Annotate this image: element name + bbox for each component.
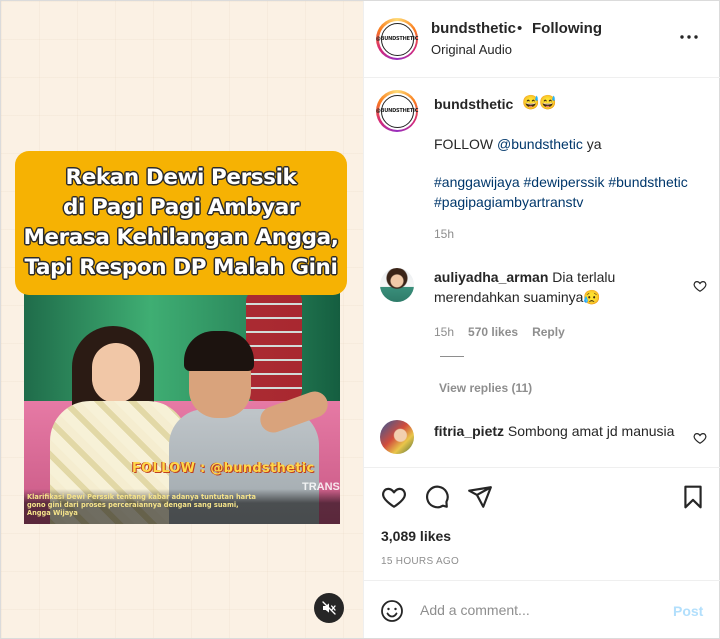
caption-emoji: 😅😅: [522, 94, 557, 110]
more-horizontal-icon: [680, 35, 698, 39]
hashtag-link[interactable]: #anggawijaya: [434, 174, 520, 190]
speaker-muted-icon: [322, 601, 336, 615]
commenter-avatar[interactable]: [380, 268, 414, 302]
comment-text: fitria_pietz Sombong amat jd manusia: [434, 423, 675, 439]
post-actions: 3,089 likes 15 HOURS AGO: [364, 467, 720, 579]
view-replies-button[interactable]: View replies (11): [439, 381, 532, 395]
headline-box: Rekan Dewi Perssik di Pagi Pagi Ambyar M…: [15, 151, 347, 295]
commenter-username[interactable]: fitria_pietz: [434, 423, 504, 439]
post-sidebar: @BUNDSTHETIC bundsthetic • Following Ori…: [363, 1, 720, 638]
author-avatar[interactable]: @BUNDSTHETIC: [376, 18, 418, 60]
headline-line: Rekan Dewi Perssik: [65, 165, 297, 190]
headline-line: di Pagi Pagi Ambyar: [62, 195, 300, 220]
comment-text: auliyadha_arman Dia terlalu merendahkan …: [434, 269, 616, 305]
hashtag-link[interactable]: #bundsthetic: [608, 174, 687, 190]
caption-timestamp: 15h: [434, 227, 455, 241]
comment-meta: 15h 570 likes Reply: [434, 325, 565, 339]
following-button[interactable]: Following: [532, 20, 602, 37]
header-separator: •: [517, 20, 523, 37]
background-person: [246, 291, 302, 401]
caption-hashtags: #anggawijaya #dewiperssik #bundsthetic #…: [434, 172, 716, 212]
headline-line: Merasa Kehilangan Angga,: [23, 225, 339, 250]
comment-like-icon[interactable]: [693, 431, 707, 445]
audio-link[interactable]: Original Audio: [431, 42, 512, 57]
author-username[interactable]: bundsthetic: [431, 20, 516, 37]
headline-line: Tapi Respon DP Malah Gini: [24, 255, 338, 280]
commenter-username[interactable]: auliyadha_arman: [434, 269, 548, 285]
heart-outline-icon[interactable]: [381, 484, 407, 510]
bookmark-icon[interactable]: [680, 484, 706, 510]
replies-divider: [440, 356, 464, 357]
comment-like-icon[interactable]: [693, 279, 707, 293]
comment-bubble-icon[interactable]: [424, 484, 450, 510]
instagram-post-modal: FOLLOW : @bundsthetic TRANS Klarifikasi …: [0, 0, 720, 639]
video-caption: Klarifikasi Dewi Perssik tentang kabar a…: [27, 493, 256, 517]
mention-link[interactable]: @bundsthetic: [497, 136, 583, 152]
hashtag-link[interactable]: #dewiperssik: [524, 174, 605, 190]
woman-face: [92, 343, 140, 403]
post-button[interactable]: Post: [673, 603, 703, 619]
hashtag-link[interactable]: #pagipagiambyartranstv: [434, 194, 583, 210]
post-time-ago: 15 HOURS AGO: [381, 556, 460, 567]
follow-watermark: FOLLOW : @bundsthetic: [132, 461, 315, 476]
mute-button[interactable]: [314, 593, 344, 623]
comment-composer: Post: [364, 580, 720, 638]
media-panel[interactable]: FOLLOW : @bundsthetic TRANS Klarifikasi …: [1, 1, 363, 638]
caption-text: FOLLOW @bundsthetic ya: [434, 136, 602, 152]
caption-username[interactable]: bundsthetic: [434, 96, 513, 112]
post-header: @BUNDSTHETIC bundsthetic • Following Ori…: [364, 1, 720, 78]
reply-button[interactable]: Reply: [532, 325, 565, 339]
smiley-face-icon[interactable]: [380, 599, 404, 623]
video-frame[interactable]: FOLLOW : @bundsthetic TRANS Klarifikasi …: [24, 291, 340, 524]
commenter-avatar[interactable]: [380, 420, 414, 454]
caption-author-avatar[interactable]: @BUNDSTHETIC: [376, 90, 418, 132]
comment-timestamp: 15h: [434, 325, 455, 339]
comments-section[interactable]: @BUNDSTHETIC bundsthetic 😅😅 FOLLOW @bund…: [364, 79, 720, 467]
paper-plane-icon[interactable]: [467, 484, 493, 510]
comment-input[interactable]: [420, 598, 660, 622]
comment-likes[interactable]: 570 likes: [468, 325, 518, 339]
channel-watermark: TRANS: [302, 481, 340, 493]
avatar-logo: @BUNDSTHETIC: [376, 94, 418, 128]
more-options-button[interactable]: [674, 25, 704, 49]
avatar-logo: @BUNDSTHETIC: [376, 22, 418, 56]
likes-count[interactable]: 3,089 likes: [381, 528, 451, 544]
